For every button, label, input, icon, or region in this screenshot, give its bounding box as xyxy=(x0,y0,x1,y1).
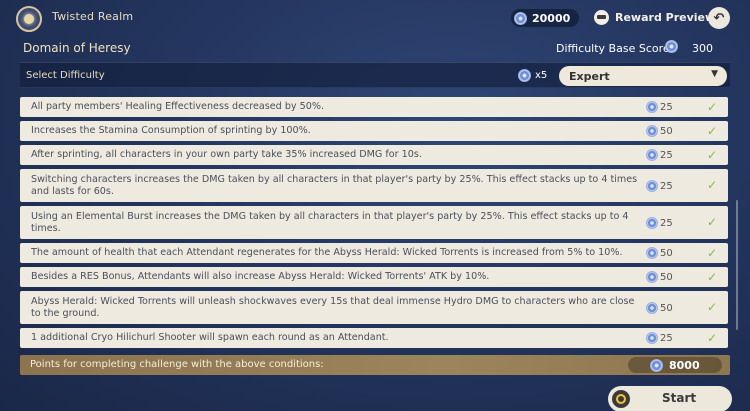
condition-points-value: 50 xyxy=(660,247,673,259)
realm-title: Twisted Realm xyxy=(52,10,134,23)
points-token-icon xyxy=(646,125,658,137)
checkmark-icon: ✓ xyxy=(707,246,718,260)
top-bar: Twisted Realm 20000 Reward Preview ↶ xyxy=(0,0,750,36)
checkmark-icon: ✓ xyxy=(707,148,718,162)
condition-points-value: 25 xyxy=(660,217,673,229)
difficulty-dropdown[interactable]: Expert ▼ xyxy=(559,66,727,86)
difficulty-bar: Select Difficulty x5 Expert ▼ xyxy=(20,62,730,88)
base-score-value: 300 xyxy=(692,42,713,55)
multiplier-value: x5 xyxy=(535,70,548,81)
condition-row[interactable]: The amount of health that each Attendant… xyxy=(20,243,728,263)
condition-points: 50 xyxy=(646,125,673,137)
condition-row[interactable]: 1 additional Cryo Hilichurl Shooter will… xyxy=(20,328,728,348)
condition-points: 50 xyxy=(646,302,673,314)
condition-row[interactable]: Increases the Stamina Consumption of spr… xyxy=(20,121,728,141)
domain-name: Domain of Heresy xyxy=(23,41,131,55)
checkmark-icon: ✓ xyxy=(707,331,718,345)
condition-points: 25 xyxy=(646,149,673,161)
multiplier-token-icon xyxy=(518,69,531,82)
condition-text: 1 additional Cryo Hilichurl Shooter will… xyxy=(31,332,389,343)
condition-text: Besides a RES Bonus, Attendants will als… xyxy=(31,271,490,282)
condition-text: All party members' Healing Effectiveness… xyxy=(31,101,325,112)
checkmark-icon: ✓ xyxy=(707,178,718,192)
checkmark-icon: ✓ xyxy=(707,124,718,138)
back-arrow-icon[interactable]: ↶ xyxy=(708,7,730,29)
condition-points-value: 25 xyxy=(660,332,673,344)
base-score-label: Difficulty Base Score xyxy=(556,42,670,55)
base-score-token-icon xyxy=(665,40,678,53)
condition-points: 50 xyxy=(646,271,673,283)
condition-points-value: 50 xyxy=(660,125,673,137)
difficulty-multiplier: x5 xyxy=(518,69,547,82)
condition-points: 25 xyxy=(646,217,673,229)
currency-value: 20000 xyxy=(532,11,571,25)
points-token-icon xyxy=(646,180,658,192)
checkmark-icon: ✓ xyxy=(707,300,718,314)
condition-row[interactable]: All party members' Healing Effectiveness… xyxy=(20,97,728,117)
currency-token-icon xyxy=(514,11,527,25)
chevron-down-icon: ▼ xyxy=(711,69,718,79)
condition-points-value: 25 xyxy=(660,149,673,161)
points-summary-label: Points for completing challenge with the… xyxy=(30,359,324,370)
condition-points: 25 xyxy=(646,101,673,113)
condition-points: 25 xyxy=(646,332,673,344)
condition-text: Abyss Herald: Wicked Torrents will unlea… xyxy=(31,296,635,319)
conditions-list: All party members' Healing Effectiveness… xyxy=(20,92,730,350)
condition-row[interactable]: Switching characters increases the DMG t… xyxy=(20,169,728,202)
points-token-icon xyxy=(646,271,658,283)
select-difficulty-label: Select Difficulty xyxy=(26,70,105,81)
points-token-icon xyxy=(646,101,658,113)
list-scrollbar[interactable] xyxy=(736,200,738,330)
condition-text: The amount of health that each Attendant… xyxy=(31,247,623,258)
start-icon xyxy=(612,390,630,408)
checkmark-icon: ✓ xyxy=(707,215,718,229)
condition-text: After sprinting, all characters in your … xyxy=(31,149,422,160)
points-token-icon xyxy=(646,302,658,314)
checkmark-icon: ✓ xyxy=(707,270,718,284)
reward-preview-button[interactable]: Reward Preview xyxy=(594,10,715,25)
condition-row[interactable]: After sprinting, all characters in your … xyxy=(20,145,728,165)
currency-counter: 20000 xyxy=(511,9,579,27)
checkmark-icon: ✓ xyxy=(707,100,718,114)
points-token-icon xyxy=(646,247,658,259)
start-label: Start xyxy=(662,391,697,405)
condition-points-value: 25 xyxy=(660,101,673,113)
condition-text: Switching characters increases the DMG t… xyxy=(31,174,638,197)
condition-points: 50 xyxy=(646,247,673,259)
condition-points-value: 50 xyxy=(660,302,673,314)
points-summary-bar: Points for completing challenge with the… xyxy=(20,355,730,375)
points-total: 8000 xyxy=(628,357,722,373)
points-token-icon xyxy=(646,149,658,161)
condition-points-value: 25 xyxy=(660,180,673,192)
points-total-value: 8000 xyxy=(669,358,700,372)
condition-points: 25 xyxy=(646,180,673,192)
condition-row[interactable]: Using an Elemental Burst increases the D… xyxy=(20,206,728,239)
start-button[interactable]: Start xyxy=(608,386,732,411)
condition-text: Increases the Stamina Consumption of spr… xyxy=(31,125,311,136)
reward-preview-icon xyxy=(594,10,609,25)
realm-emblem-icon xyxy=(16,6,42,32)
condition-row[interactable]: Abyss Herald: Wicked Torrents will unlea… xyxy=(20,291,728,324)
points-token-icon xyxy=(646,217,658,229)
points-total-token-icon xyxy=(650,358,663,372)
condition-points-value: 50 xyxy=(660,271,673,283)
difficulty-selected: Expert xyxy=(569,69,610,83)
points-token-icon xyxy=(646,332,658,344)
condition-row[interactable]: Besides a RES Bonus, Attendants will als… xyxy=(20,267,728,287)
reward-preview-label: Reward Preview xyxy=(615,11,716,24)
condition-text: Using an Elemental Burst increases the D… xyxy=(31,211,629,234)
